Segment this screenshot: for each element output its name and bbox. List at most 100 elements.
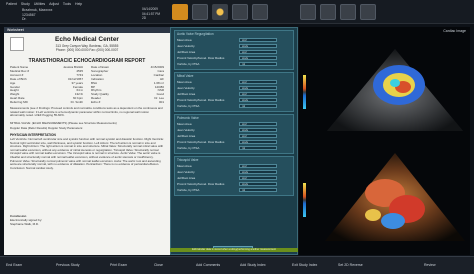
measurement-label: Jean Velocity bbox=[177, 170, 195, 174]
measurement-input[interactable]: cm² bbox=[239, 163, 277, 169]
report-doppler: Doppler Data (Refer Results) Doppler Stu… bbox=[10, 126, 83, 130]
measurement-section: Aortic Valve Regurgitation Mean Area cm² Je… bbox=[174, 30, 294, 70]
menu-item[interactable]: Help bbox=[75, 2, 82, 6]
signature-line: Stephanie Walk, M.D. bbox=[10, 221, 39, 226]
patient-info: Brazhnuk, Maxxxxx 1234567 Dr. bbox=[22, 8, 52, 22]
report-field: Echo # 001 bbox=[91, 100, 164, 105]
menu-item[interactable]: Study bbox=[21, 2, 30, 6]
menu-item[interactable]: Adjust bbox=[49, 2, 59, 6]
bottom-button[interactable]: Add Study Index bbox=[240, 261, 266, 270]
interpretation-text: Left Ventricle: Normal left ventricular … bbox=[10, 137, 164, 170]
field-label: Echo # bbox=[91, 100, 101, 105]
measurement-input[interactable]: cm/s bbox=[239, 139, 277, 145]
bottom-button[interactable]: Print Exam bbox=[110, 261, 127, 270]
measurement-input[interactable]: cm/s bbox=[239, 43, 277, 49]
ultrasound-view: Cardiac Image bbox=[299, 27, 470, 255]
bottom-button[interactable]: Previous Study bbox=[56, 261, 80, 270]
measurement-input[interactable]: cm/s bbox=[239, 97, 277, 103]
measurement-input[interactable]: cm² bbox=[239, 79, 277, 85]
measurement-input[interactable]: ml bbox=[239, 103, 277, 109]
bottom-button[interactable]: Close bbox=[154, 261, 163, 270]
measurement-input[interactable]: ml bbox=[239, 187, 277, 193]
measurement-row: Vorticle, by PISA ml bbox=[177, 103, 291, 109]
measurement-label: Vorticle, by PISA bbox=[177, 104, 200, 108]
field-value: 001 bbox=[158, 100, 164, 105]
measurement-input[interactable]: cm/s bbox=[239, 169, 277, 175]
measurement-label: Jet/Root Area bbox=[177, 92, 196, 96]
color-scale-bar bbox=[303, 75, 306, 109]
report-window-title: Worksheet bbox=[4, 27, 170, 33]
measurement-label: Mean Area bbox=[177, 38, 192, 42]
bottom-toolbar: End Exam Previous Study Print Exam Close Add… bbox=[0, 256, 474, 274]
field-value: Dr. Smith bbox=[70, 100, 83, 105]
measurement-label: Jet/Root Area bbox=[177, 50, 196, 54]
measurement-section: Pulmonic Valve Mean Area cm² Jean Velocity c… bbox=[174, 114, 294, 154]
bottom-button[interactable]: End Exam bbox=[6, 261, 22, 270]
bottom-button[interactable]: Set 2D Reverse bbox=[338, 261, 363, 270]
measurement-input[interactable]: cm² bbox=[239, 175, 277, 181]
tool-icon[interactable] bbox=[192, 4, 208, 20]
measurement-label: Jean Velocity bbox=[177, 44, 195, 48]
measurement-label: Mean Area bbox=[177, 122, 192, 126]
measurement-row: Vorticle, by PISA ml bbox=[177, 187, 291, 193]
bottom-button[interactable]: Review bbox=[424, 261, 435, 270]
measurement-input[interactable]: cm/s bbox=[239, 127, 277, 133]
measurement-input[interactable]: cm/s bbox=[239, 85, 277, 91]
measurement-input[interactable]: cm/s bbox=[239, 55, 277, 61]
imaging-mode: 2D bbox=[142, 16, 147, 20]
measurement-label: Mean Area bbox=[177, 80, 192, 84]
thumb-icon[interactable] bbox=[340, 4, 356, 20]
measurement-label: Proxml Velocity/Isovel. Flow Radius bbox=[177, 140, 225, 144]
measurement-row: Vorticle, by PISA ml bbox=[177, 145, 291, 151]
menu-item[interactable]: Tools bbox=[63, 2, 71, 6]
measurement-label: Jet/Root Area bbox=[177, 176, 196, 180]
measurement-label: Vorticle, by PISA bbox=[177, 188, 200, 192]
measurement-label: Jean Velocity bbox=[177, 86, 195, 90]
mode-icon[interactable] bbox=[172, 4, 188, 20]
signature-block: Conclusion Electronically signed by: Ste… bbox=[10, 214, 42, 226]
settings-icon[interactable] bbox=[232, 4, 248, 20]
probe-icon[interactable] bbox=[212, 4, 228, 20]
measurement-row: Vorticle, by PISA ml bbox=[177, 61, 291, 67]
date-time: 04/14/2009 04:41:57 PM 2D bbox=[142, 7, 160, 21]
measurement-label: Jet/Root Area bbox=[177, 134, 196, 138]
menu-item[interactable]: Patient bbox=[6, 2, 17, 6]
storage-icon[interactable] bbox=[252, 4, 268, 20]
ultrasound-image-top[interactable] bbox=[323, 45, 467, 139]
menu-item[interactable]: Utilities bbox=[34, 2, 45, 6]
measurement-label: Proxml Velocity/Isovel. Flow Radius bbox=[177, 98, 225, 102]
measurement-panel: Aortic Valve Regurgitation Mean Area cm² Je… bbox=[170, 27, 298, 255]
measurement-input[interactable]: cm² bbox=[239, 37, 277, 43]
ultrasound-image-bottom[interactable] bbox=[323, 151, 467, 251]
thumb-icon[interactable] bbox=[360, 4, 376, 20]
report-document: Worksheet Echo Medical Center 313 Grey C… bbox=[4, 27, 170, 255]
thumb-icon[interactable] bbox=[300, 4, 316, 20]
measurement-label: Proxml Velocity/Isovel. Flow Radius bbox=[177, 56, 225, 60]
measurement-label: Vorticle, by PISA bbox=[177, 62, 200, 66]
measurement-input[interactable]: cm² bbox=[239, 121, 277, 127]
measurement-input[interactable]: cm² bbox=[239, 91, 277, 97]
center-phone: Phone: (000) 000-0000 Fax: (000) 000-000… bbox=[55, 48, 119, 52]
measurement-label: Vorticle, by PISA bbox=[177, 146, 200, 150]
top-toolbar: Patient Study Utilities Adjust Tools Help Bra… bbox=[0, 0, 474, 24]
measurement-label: Proxml Velocity/Isovel. Flow Radius bbox=[177, 182, 225, 186]
status-message: Edit tabular data is stored when exiting… bbox=[170, 248, 298, 252]
measurement-input[interactable]: cm/s bbox=[239, 181, 277, 187]
measurement-input[interactable]: ml bbox=[239, 61, 277, 67]
report-findings: Measurements (see 2 Findings: Proceed co… bbox=[10, 106, 163, 118]
measurement-section: Tricuspid Valve Mean Area cm² Jean Velocity… bbox=[174, 156, 294, 196]
report-field: Referring MD Dr. Smith bbox=[10, 100, 83, 105]
measurement-input[interactable]: cm² bbox=[239, 49, 277, 55]
report-title: TRANSTHORACIC ECHOCARDIOGRAM REPORT bbox=[28, 58, 146, 64]
measurement-label: Mean Area bbox=[177, 164, 192, 168]
menu-bar: Patient Study Utilities Adjust Tools Help bbox=[6, 2, 82, 6]
view-label: Cardiac Image bbox=[443, 29, 466, 33]
thumb-icon[interactable] bbox=[320, 4, 336, 20]
measurement-input[interactable]: ml bbox=[239, 145, 277, 151]
measurement-input[interactable]: cm² bbox=[239, 133, 277, 139]
patient-name: Brazhnuk, Maxxxxx bbox=[22, 8, 53, 12]
report-fields: Patient Name Jessica Brickitt Medical Rec … bbox=[10, 65, 164, 105]
bottom-button[interactable]: Add Comments bbox=[196, 261, 220, 270]
exam-date: 04/14/2009 bbox=[142, 7, 158, 11]
bottom-button[interactable]: Exit Study Index bbox=[292, 261, 317, 270]
